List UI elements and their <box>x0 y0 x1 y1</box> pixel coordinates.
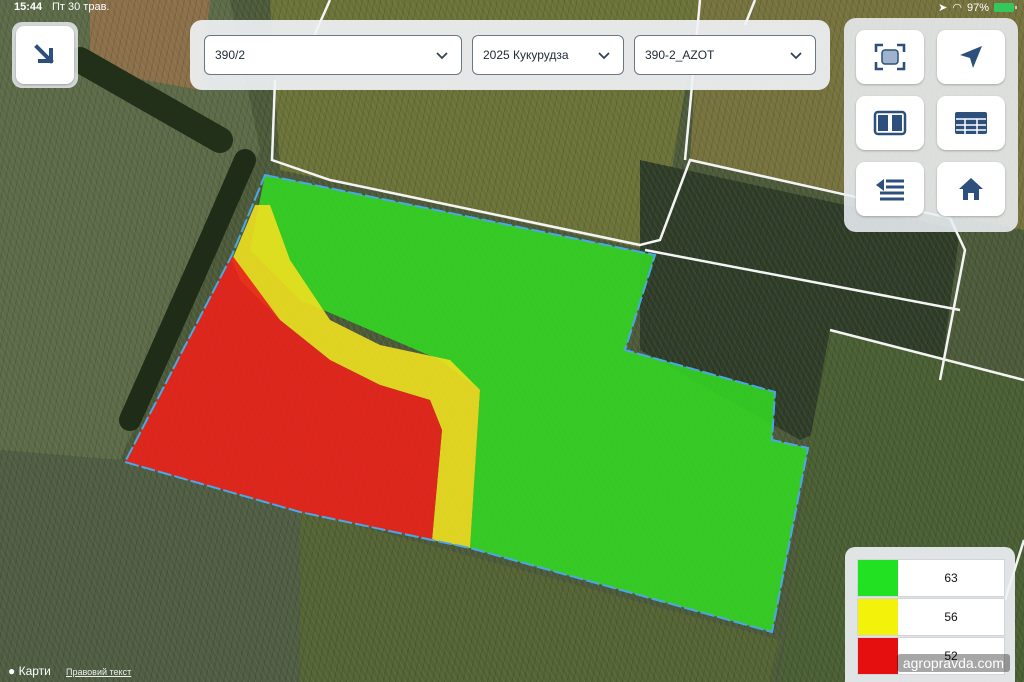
location-button[interactable] <box>937 30 1005 84</box>
collapse-panel-button[interactable] <box>12 22 78 88</box>
chevron-down-icon <box>436 52 448 60</box>
legend-row: 63 <box>857 559 1005 597</box>
fit-screen-icon <box>874 43 906 71</box>
legend-value: 56 <box>944 610 958 624</box>
map-select[interactable]: 390-2_AZOT <box>634 35 816 75</box>
home-icon <box>959 178 983 200</box>
map-tools-panel <box>844 18 1018 232</box>
wifi-icon: ◠ <box>952 2 962 14</box>
split-view-icon <box>873 110 907 136</box>
legend-row: 56 <box>857 598 1005 636</box>
legend-swatch <box>858 638 898 674</box>
status-date: Пт 30 трав. <box>52 1 110 13</box>
maps-brand-label: Карти <box>18 664 51 678</box>
apple-logo-icon: ● <box>8 664 16 678</box>
field-select-value: 390/2 <box>215 48 246 62</box>
arrow-down-right-icon <box>34 44 54 64</box>
collapse-button-face[interactable] <box>16 26 74 84</box>
maps-brand: ● Карти <box>8 664 51 678</box>
navigation-arrow-icon <box>960 46 982 68</box>
list-back-icon <box>876 179 904 201</box>
table-button[interactable] <box>937 96 1005 150</box>
selection-toolbar: 390/2 2025 Кукурудза 390-2_AZOT <box>190 20 830 90</box>
map-select-value: 390-2_AZOT <box>645 48 715 62</box>
table-icon <box>955 112 987 134</box>
status-time: 15:44 <box>14 1 43 13</box>
season-crop-select-value: 2025 Кукурудза <box>483 48 569 62</box>
location-arrow-icon: ➤ <box>938 2 948 14</box>
status-right: ➤ ◠ 97% <box>938 1 1017 14</box>
layers-back-button[interactable] <box>856 162 924 216</box>
legend-swatch <box>858 560 898 596</box>
chevron-down-icon <box>790 52 802 60</box>
watermark: agropravda.com <box>896 654 1010 672</box>
status-bar: 15:44 Пт 30 трав. ➤ ◠ 97% <box>0 0 1024 14</box>
field-select[interactable]: 390/2 <box>204 35 462 75</box>
battery-percent: 97% <box>966 1 989 14</box>
season-crop-select[interactable]: 2025 Кукурудза <box>472 35 624 75</box>
chevron-down-icon <box>598 52 610 60</box>
battery-icon <box>994 3 1017 12</box>
home-button[interactable] <box>937 162 1005 216</box>
split-view-button[interactable] <box>856 96 924 150</box>
legend-swatch <box>858 599 898 635</box>
legend-value: 63 <box>944 571 958 585</box>
fit-field-button[interactable] <box>856 30 924 84</box>
legal-link[interactable]: Правовий текст <box>66 667 131 677</box>
